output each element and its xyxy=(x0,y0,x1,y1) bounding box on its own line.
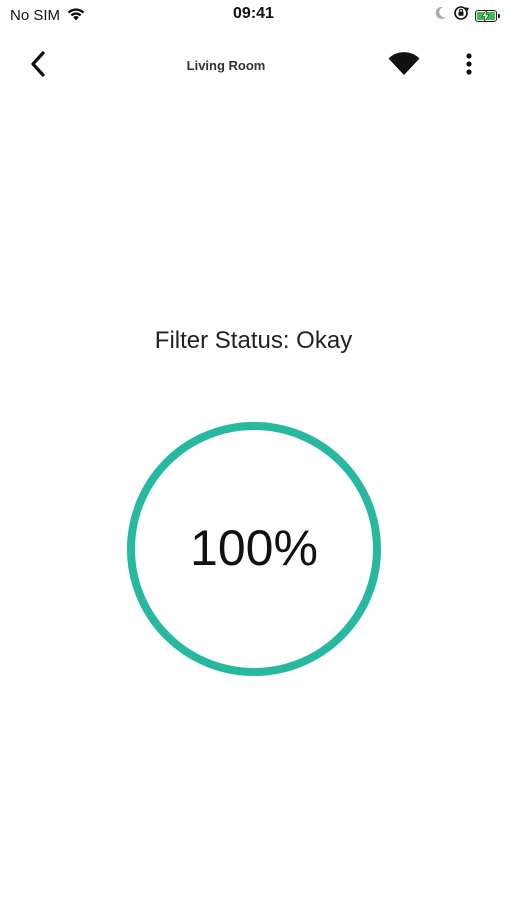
screen: No SIM 09:41 Living Room Filter Status: … xyxy=(0,0,507,900)
battery-charging-icon xyxy=(475,9,500,22)
nav-bar: Living Room xyxy=(0,40,507,92)
orientation-lock-icon xyxy=(453,5,470,26)
filter-percent-value: 100% xyxy=(190,520,318,576)
moon-icon xyxy=(434,6,447,25)
battery-cap xyxy=(498,13,500,18)
more-options-button[interactable] xyxy=(456,48,482,84)
status-time: 09:41 xyxy=(233,5,274,22)
status-right xyxy=(434,5,500,26)
status-bar: No SIM 09:41 xyxy=(0,0,507,30)
page-title: Living Room xyxy=(186,58,266,73)
wifi-icon xyxy=(388,51,420,81)
wifi-button[interactable] xyxy=(386,50,422,82)
more-vertical-icon xyxy=(465,52,473,81)
filter-status-label: Filter Status: Okay xyxy=(154,327,353,354)
